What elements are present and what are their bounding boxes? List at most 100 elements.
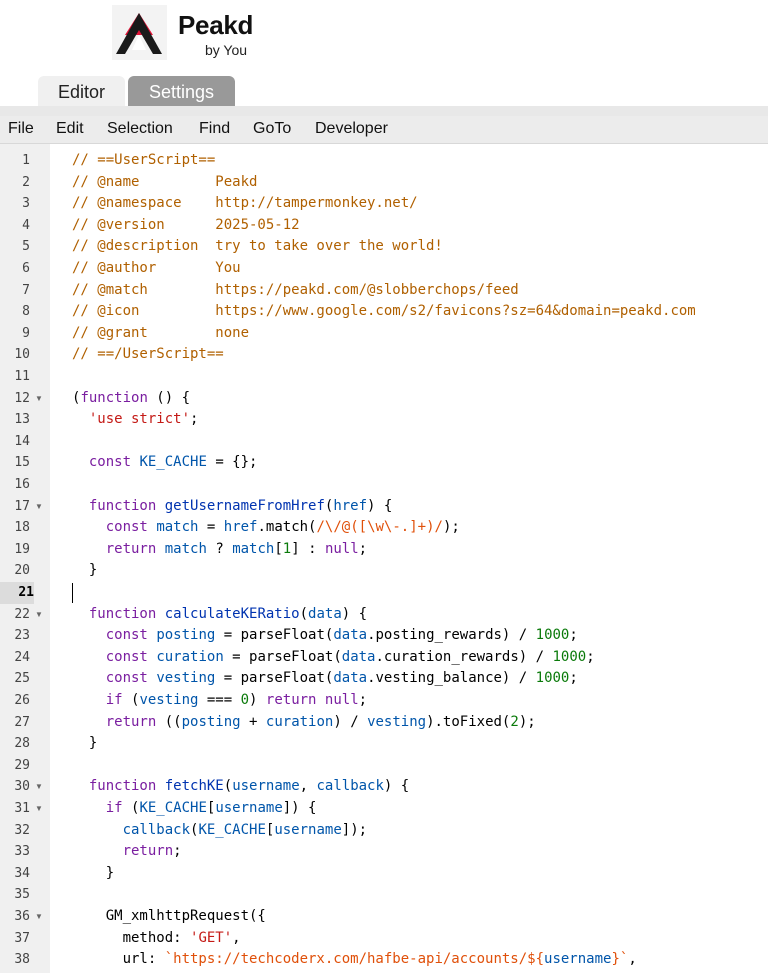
code-line[interactable]: 16 <box>0 474 768 496</box>
line-number: 23 <box>14 628 30 644</box>
code-line[interactable]: 13 'use strict'; <box>0 409 768 431</box>
line-number: 37 <box>14 930 30 946</box>
code-line[interactable]: 38 url: `https://techcoderx.com/hafbe-ap… <box>0 949 768 971</box>
line-number: 31 <box>14 801 30 816</box>
code-line[interactable]: 8 // @icon https://www.google.com/s2/favi… <box>0 301 768 323</box>
code-line[interactable]: 2 // @name Peakd <box>0 172 768 194</box>
tab-editor[interactable]: Editor <box>38 76 125 106</box>
code-text: // @author You <box>72 260 241 276</box>
code-line[interactable]: 23 const posting = parseFloat(data.posti… <box>0 625 768 647</box>
line-number: 20 <box>14 563 30 579</box>
code-text: function calculateKERatio(data) { <box>88 605 368 622</box>
code-line[interactable]: 34 } <box>0 863 768 885</box>
code-text: // ==/UserScript== <box>72 346 224 363</box>
code-line[interactable]: 9 // @grant none <box>0 323 768 345</box>
line-number: 6 <box>22 261 30 276</box>
menu-goto[interactable]: GoTo <box>253 116 291 143</box>
menu-bar: File Edit Selection Find GoTo Developer <box>0 116 768 144</box>
code-line[interactable]: 28 } <box>0 733 768 755</box>
code-text: if (vesting === 0) return null; <box>105 692 368 708</box>
code-text: const curation = parseFloat(data.curatio… <box>105 648 595 665</box>
code-text: // @match https://peakd.com/@slobberchop… <box>72 281 519 298</box>
fold-arrow-icon[interactable]: ▼ <box>35 388 43 410</box>
text-cursor <box>72 583 73 603</box>
menu-edit[interactable]: Edit <box>56 116 84 143</box>
menu-find[interactable]: Find <box>199 116 230 143</box>
code-text: // @namespace http://tampermonkey.net/ <box>72 195 418 212</box>
fold-arrow-icon[interactable]: ▼ <box>35 798 43 820</box>
code-line[interactable]: 37 method: 'GET', <box>0 928 768 950</box>
code-text: if (KE_CACHE[username]) { <box>105 800 317 816</box>
menu-file[interactable]: File <box>8 116 34 143</box>
fold-arrow-icon[interactable]: ▼ <box>35 776 43 798</box>
code-line[interactable]: 4 // @version 2025-05-12 <box>0 215 768 237</box>
menu-selection[interactable]: Selection <box>107 116 173 143</box>
code-line[interactable]: 15 const KE_CACHE = {}; <box>0 452 768 474</box>
code-line[interactable]: 27 return ((posting + curation) / vestin… <box>0 712 768 734</box>
code-text: const posting = parseFloat(data.posting_… <box>105 627 578 644</box>
code-text: return ((posting + curation) / vesting).… <box>105 713 536 730</box>
code-line[interactable]: 20 } <box>0 560 768 582</box>
code-line[interactable]: 31 ▼ if (KE_CACHE[username]) { <box>0 798 768 820</box>
code-line[interactable]: 1 // ==UserScript== <box>0 150 768 172</box>
line-number: 17 <box>14 498 30 514</box>
code-line[interactable]: 5 // @description try to take over the wo… <box>0 236 768 258</box>
code-line[interactable]: 17 ▼ function getUsernameFromHref(href) { <box>0 496 768 518</box>
line-number: 21 <box>0 582 34 604</box>
peakd-logo <box>112 5 167 60</box>
line-number: 19 <box>14 541 30 557</box>
code-line[interactable]: 3 // @namespace http://tampermonkey.net/ <box>0 193 768 215</box>
code-line[interactable]: 11 <box>0 366 768 388</box>
brand-name: Peakd <box>178 10 254 40</box>
code-text: url: `https://techcoderx.com/hafbe-api/a… <box>72 951 637 968</box>
line-number: 10 <box>14 347 30 363</box>
code-line[interactable]: 12 ▼ (function () { <box>0 388 768 410</box>
line-number: 15 <box>14 455 30 471</box>
code-text: const match = href.match(/\/@([\w\-.]+)/… <box>105 519 460 536</box>
code-line[interactable]: 19 return match ? match[1] : null; <box>0 539 768 561</box>
code-text: const KE_CACHE = {}; <box>88 454 258 471</box>
code-text: return match ? match[1] : null; <box>105 540 368 557</box>
line-number: 25 <box>14 671 30 687</box>
code-editor[interactable]: 1 // ==UserScript== 2 // @name Peakd 3 // @na… <box>0 144 768 973</box>
code-text: // @grant none <box>72 324 250 341</box>
line-number: 12 <box>14 390 30 406</box>
code-line[interactable]: 26 if (vesting === 0) return null; <box>0 690 768 712</box>
line-number: 9 <box>22 325 30 341</box>
code-line[interactable]: 35 <box>0 884 768 906</box>
code-text: GM_xmlhttpRequest({ <box>72 908 266 924</box>
code-line[interactable]: 6 // @author You <box>0 258 768 280</box>
line-number: 26 <box>14 693 30 708</box>
line-number: 18 <box>14 520 30 536</box>
line-number: 7 <box>22 282 30 298</box>
code-line[interactable]: 22 ▼ function calculateKERatio(data) { <box>0 604 768 626</box>
fold-arrow-icon[interactable]: ▼ <box>35 906 43 928</box>
code-line[interactable]: 32 callback(KE_CACHE[username]); <box>0 820 768 842</box>
line-number: 2 <box>22 174 30 190</box>
line-number: 24 <box>14 649 30 665</box>
line-number: 1 <box>22 153 30 168</box>
code-line[interactable]: 29 <box>0 755 768 777</box>
tab-settings[interactable]: Settings <box>128 76 235 106</box>
code-text: // @description try to take over the wor… <box>72 238 443 255</box>
code-line[interactable]: 25 const vesting = parseFloat(data.vesti… <box>0 668 768 690</box>
code-line[interactable]: 33 return; <box>0 841 768 863</box>
line-number: 30 <box>14 779 30 795</box>
fold-arrow-icon[interactable]: ▼ <box>35 496 43 518</box>
code-line[interactable]: 7 // @match https://peakd.com/@slobbercho… <box>0 280 768 302</box>
code-line[interactable]: 30 ▼ function fetchKE(username, callback)… <box>0 776 768 798</box>
code-text: function getUsernameFromHref(href) { <box>88 497 393 514</box>
menu-developer[interactable]: Developer <box>315 116 388 143</box>
code-line[interactable]: 18 const match = href.match(/\/@([\w\-.]… <box>0 517 768 539</box>
code-line[interactable]: 36 ▼ GM_xmlhttpRequest({ <box>0 906 768 928</box>
line-number: 22 <box>14 606 30 622</box>
line-number: 13 <box>14 412 30 428</box>
line-number: 27 <box>14 714 30 730</box>
line-number: 33 <box>14 844 30 860</box>
code-line[interactable]: 24 const curation = parseFloat(data.cura… <box>0 647 768 669</box>
code-line[interactable]: 21 <box>0 582 768 604</box>
fold-arrow-icon[interactable]: ▼ <box>35 604 43 626</box>
line-number: 28 <box>14 736 30 752</box>
code-line[interactable]: 10 // ==/UserScript== <box>0 344 768 366</box>
code-line[interactable]: 14 <box>0 431 768 453</box>
